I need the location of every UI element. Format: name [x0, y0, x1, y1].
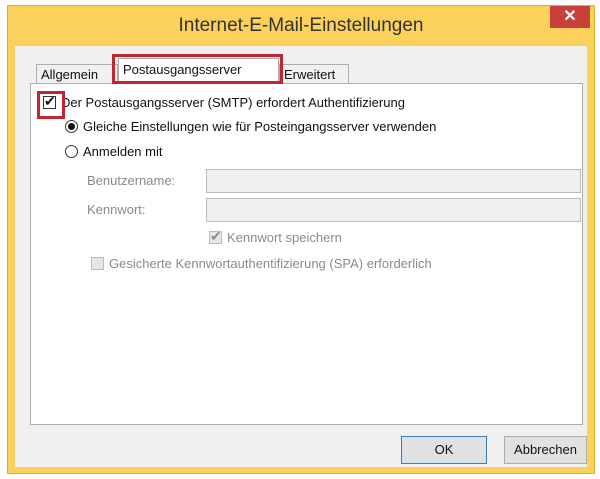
username-field[interactable] [206, 169, 581, 193]
login-with-radio[interactable] [65, 145, 78, 158]
tab-allgemein[interactable]: Allgemein [36, 64, 118, 83]
tab-erweitert[interactable]: Erweitert [279, 64, 349, 83]
tab-highlight-frame [112, 54, 283, 84]
tab-panel: ✔ Der Postausgangsserver (SMTP) erforder… [30, 83, 583, 425]
password-field[interactable] [206, 198, 581, 222]
close-icon: ✕ [563, 8, 577, 25]
ok-button[interactable]: OK [401, 436, 487, 464]
same-settings-label: Gleiche Einstellungen wie für Posteingan… [83, 119, 437, 134]
spa-label: Gesicherte Kennwortauthentifizierung (SP… [109, 256, 432, 271]
username-label: Benutzername: [87, 173, 176, 188]
checkmark-icon: ✔ [210, 228, 222, 244]
remember-password-label: Kennwort speichern [227, 230, 342, 245]
tab-label: Erweitert [284, 67, 336, 82]
close-button[interactable]: ✕ [550, 6, 590, 28]
remember-password-checkbox[interactable]: ✔ [209, 228, 222, 244]
dialog-client-area: Allgemein Postausgangsserver Erweitert ✔… [15, 46, 587, 467]
radio-dot-icon [68, 123, 75, 130]
same-settings-radio[interactable] [65, 120, 78, 133]
login-with-label: Anmelden mit [83, 144, 163, 159]
spa-checkbox[interactable] [91, 257, 104, 270]
cancel-button[interactable]: Abbrechen [504, 436, 587, 464]
password-label: Kennwort: [87, 202, 146, 217]
email-settings-dialog: Internet-E-Mail-Einstellungen ✕ Allgemei… [7, 5, 595, 474]
title-bar[interactable]: Internet-E-Mail-Einstellungen ✕ [8, 6, 594, 46]
window-title: Internet-E-Mail-Einstellungen [178, 15, 424, 36]
smtp-auth-label: Der Postausgangsserver (SMTP) erfordert … [61, 95, 405, 110]
tab-label: Allgemein [41, 67, 99, 82]
checkbox-highlight-frame [37, 91, 65, 119]
